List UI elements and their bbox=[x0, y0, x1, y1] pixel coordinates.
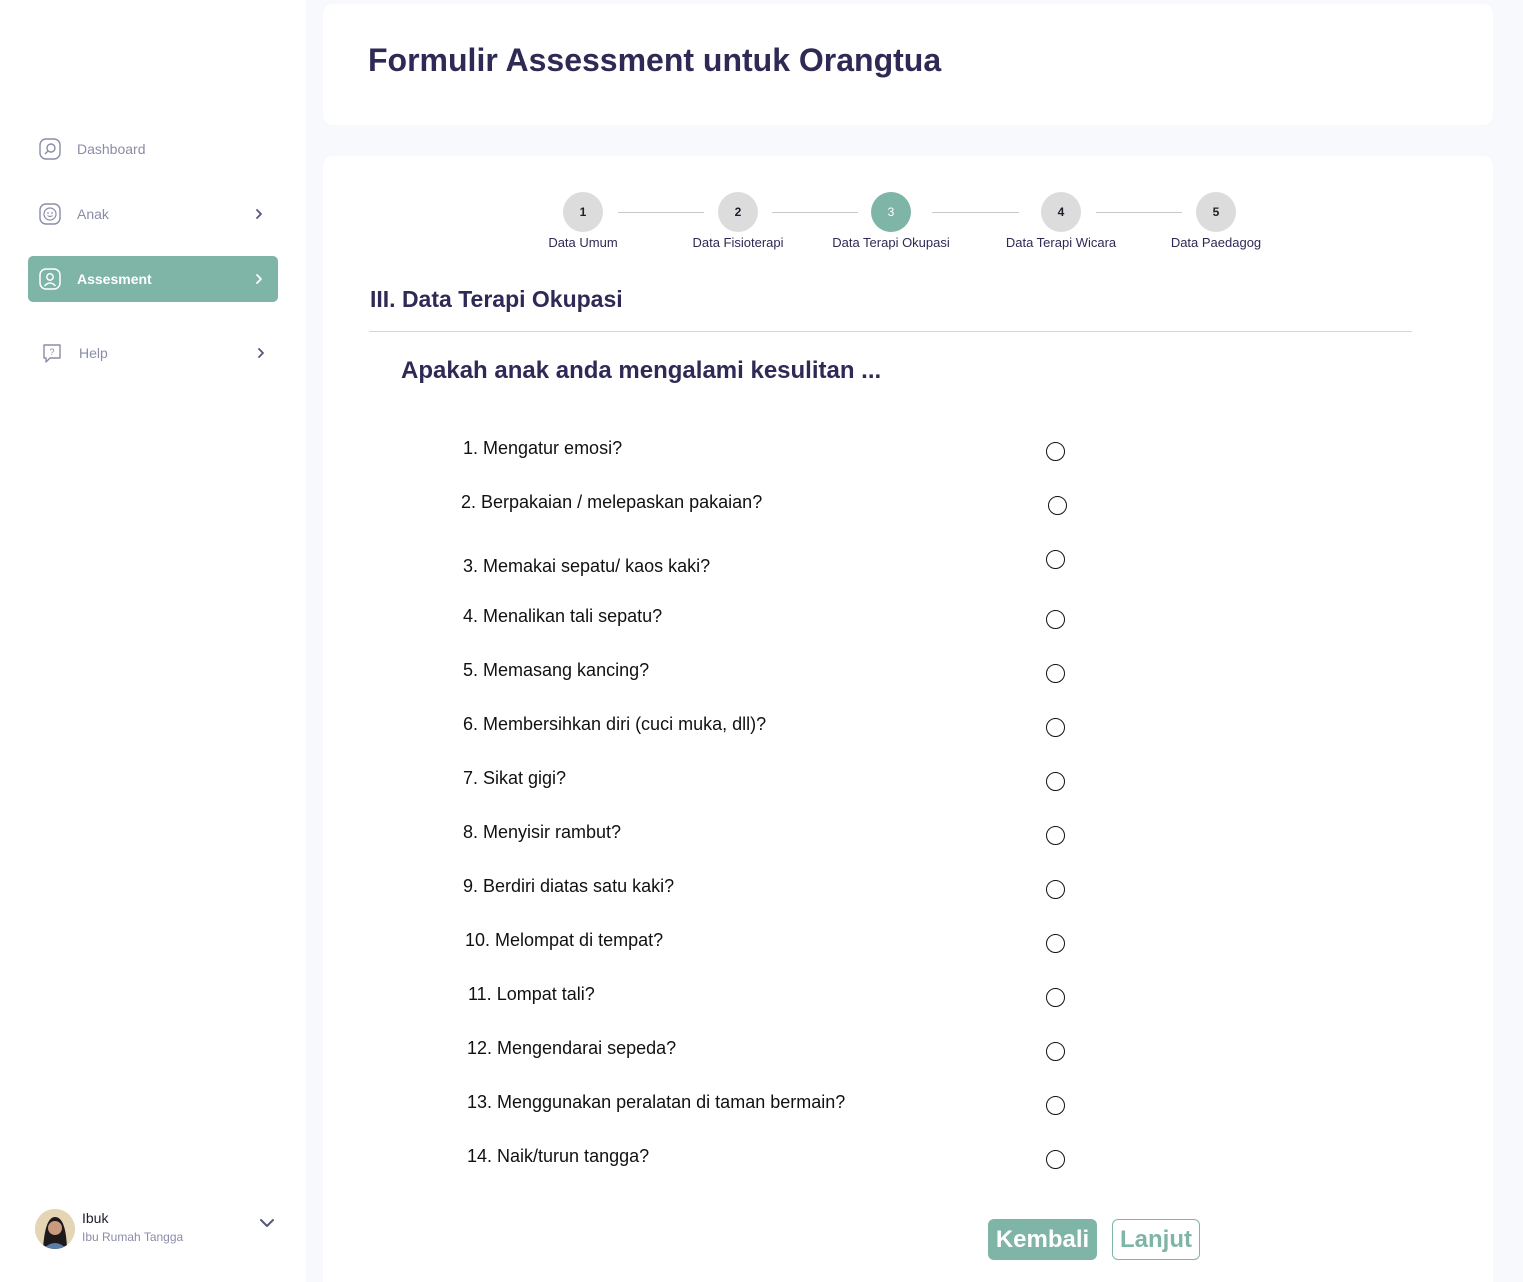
radio-button[interactable] bbox=[1046, 934, 1065, 953]
radio-button[interactable] bbox=[1046, 772, 1065, 791]
sidebar-item-assesment[interactable]: Assesment bbox=[28, 256, 278, 302]
step-number: 3 bbox=[871, 192, 911, 232]
chevron-right-icon bbox=[258, 348, 264, 358]
question-row: 10. Melompat di tempat? bbox=[463, 930, 1083, 960]
step-data-terapi-okupasi[interactable]: 3 Data Terapi Okupasi bbox=[816, 192, 966, 250]
sidebar-item-dashboard[interactable]: Dashboard bbox=[28, 126, 278, 172]
question-text: 10. Melompat di tempat? bbox=[465, 930, 664, 950]
radio-button[interactable] bbox=[1046, 1042, 1065, 1061]
question-text: 7. Sikat gigi? bbox=[463, 768, 567, 788]
question-row: 14. Naik/turun tangga? bbox=[463, 1146, 1083, 1176]
chevron-right-icon bbox=[256, 274, 262, 284]
question-row: 2. Berpakaian / melepaskan pakaian? bbox=[461, 492, 1083, 522]
question-text: 14. Naik/turun tangga? bbox=[467, 1146, 650, 1166]
question-text: 6. Membersihkan diri (cuci muka, dll)? bbox=[463, 714, 767, 734]
user-profile: Ibuk Ibu Rumah Tangga bbox=[35, 1207, 285, 1251]
question-row: 6. Membersihkan diri (cuci muka, dll)? bbox=[463, 714, 1083, 744]
radio-button[interactable] bbox=[1046, 610, 1065, 629]
smiley-face-icon bbox=[39, 203, 61, 225]
step-label: Data Terapi Wicara bbox=[1005, 235, 1117, 250]
svg-text:?: ? bbox=[49, 347, 54, 357]
sidebar-item-anak[interactable]: Anak bbox=[28, 191, 278, 237]
step-label: Data Terapi Okupasi bbox=[832, 235, 950, 250]
help-question-icon: ? bbox=[43, 344, 61, 363]
question-row: 9. Berdiri diatas satu kaki? bbox=[463, 876, 1083, 906]
next-button[interactable]: Lanjut bbox=[1112, 1219, 1200, 1260]
question-prompt: Apakah anak anda mengalami kesulitan ... bbox=[401, 357, 882, 384]
radio-button[interactable] bbox=[1046, 442, 1065, 461]
question-text: 2. Berpakaian / melepaskan pakaian? bbox=[461, 492, 763, 512]
question-text: 11. Lompat tali? bbox=[468, 984, 595, 1004]
sidebar-item-label: Help bbox=[79, 345, 108, 361]
step-number: 5 bbox=[1196, 192, 1236, 232]
question-text: 1. Mengatur emosi? bbox=[463, 438, 623, 458]
question-text: 5. Memasang kancing? bbox=[463, 660, 650, 680]
question-text: 13. Menggunakan peralatan di taman berma… bbox=[467, 1092, 846, 1112]
section-title: III. Data Terapi Okupasi bbox=[370, 286, 623, 312]
user-name: Ibuk bbox=[82, 1210, 109, 1226]
step-data-fisioterapi[interactable]: 2 Data Fisioterapi bbox=[663, 192, 813, 250]
step-data-terapi-wicara[interactable]: 4 Data Terapi Wicara bbox=[986, 192, 1136, 250]
page-title: Formulir Assessment untuk Orangtua bbox=[368, 42, 942, 78]
question-text: 4. Menalikan tali sepatu? bbox=[463, 606, 663, 626]
sidebar: Dashboard Anak Assesment ? Help Ibuk Ibu… bbox=[0, 0, 306, 1282]
radio-button[interactable] bbox=[1046, 718, 1065, 737]
question-row: 8. Menyisir rambut? bbox=[463, 822, 1083, 852]
chevron-down-icon[interactable] bbox=[257, 1213, 277, 1233]
user-role: Ibu Rumah Tangga bbox=[82, 1230, 184, 1244]
question-text: 12. Mengendarai sepeda? bbox=[467, 1038, 677, 1058]
avatar[interactable] bbox=[35, 1209, 75, 1249]
question-row: 11. Lompat tali? bbox=[463, 984, 1083, 1014]
chevron-right-icon bbox=[256, 209, 262, 219]
question-row: 13. Menggunakan peralatan di taman berma… bbox=[463, 1092, 1083, 1122]
radio-button[interactable] bbox=[1048, 496, 1067, 515]
sidebar-item-label: Assesment bbox=[77, 271, 152, 287]
question-row: 1. Mengatur emosi? bbox=[463, 438, 1083, 468]
dashboard-icon bbox=[39, 138, 61, 160]
sidebar-item-label: Anak bbox=[77, 206, 109, 222]
question-text: 8. Menyisir rambut? bbox=[463, 822, 622, 842]
step-label: Data Paedagog bbox=[1170, 235, 1262, 250]
sidebar-item-help[interactable]: ? Help bbox=[28, 330, 278, 376]
radio-button[interactable] bbox=[1046, 988, 1065, 1007]
radio-button[interactable] bbox=[1046, 826, 1065, 845]
step-data-paedagog[interactable]: 5 Data Paedagog bbox=[1141, 192, 1291, 250]
back-button[interactable]: Kembali bbox=[988, 1219, 1097, 1260]
radio-button[interactable] bbox=[1046, 664, 1065, 683]
divider bbox=[369, 331, 1412, 332]
question-row: 7. Sikat gigi? bbox=[463, 768, 1083, 798]
user-profile-icon bbox=[39, 268, 61, 290]
question-row: 4. Menalikan tali sepatu? bbox=[463, 606, 1083, 636]
sidebar-item-label: Dashboard bbox=[77, 141, 146, 157]
question-text: 3. Memakai sepatu/ kaos kaki? bbox=[463, 556, 711, 576]
question-text: 9. Berdiri diatas satu kaki? bbox=[463, 876, 675, 896]
question-row: 3. Memakai sepatu/ kaos kaki? bbox=[463, 550, 1083, 586]
step-label: Data Umum bbox=[548, 235, 618, 250]
question-row: 12. Mengendarai sepeda? bbox=[463, 1038, 1083, 1068]
radio-button[interactable] bbox=[1046, 550, 1065, 569]
step-label: Data Fisioterapi bbox=[692, 235, 784, 250]
assessment-form: 1 Data Umum 2 Data Fisioterapi 3 Data Te… bbox=[323, 156, 1493, 1282]
radio-button[interactable] bbox=[1046, 1150, 1065, 1169]
question-row: 5. Memasang kancing? bbox=[463, 660, 1083, 690]
step-number: 1 bbox=[563, 192, 603, 232]
step-number: 2 bbox=[718, 192, 758, 232]
radio-button[interactable] bbox=[1046, 880, 1065, 899]
header-card: Formulir Assessment untuk Orangtua bbox=[323, 4, 1493, 125]
step-data-umum[interactable]: 1 Data Umum bbox=[508, 192, 658, 250]
radio-button[interactable] bbox=[1046, 1096, 1065, 1115]
step-number: 4 bbox=[1041, 192, 1081, 232]
